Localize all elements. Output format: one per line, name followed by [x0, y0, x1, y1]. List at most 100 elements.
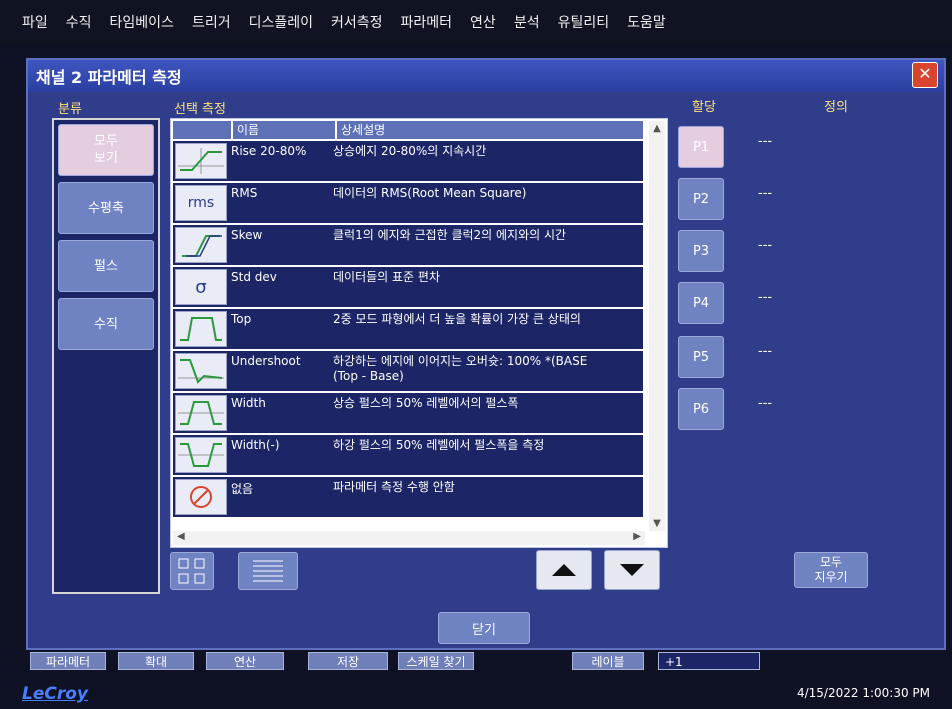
- param-p3-def: ---: [758, 238, 773, 253]
- dialog-titlebar: 채널 2 파라메터 측정 ✕: [28, 60, 944, 92]
- table-row[interactable]: 없음 파라메터 측정 수행 안함: [173, 477, 643, 517]
- tab-save[interactable]: 저장: [308, 652, 388, 670]
- clear-all-button[interactable]: 모두 지우기: [794, 552, 868, 588]
- move-down-button[interactable]: [604, 550, 660, 590]
- grid-view-button[interactable]: [170, 552, 214, 590]
- header-assign: 할당: [692, 100, 716, 115]
- close-button[interactable]: 닫기: [438, 612, 530, 644]
- param-p1-button[interactable]: P1: [678, 126, 724, 168]
- param-p2-def: ---: [758, 186, 773, 201]
- menu-trigger[interactable]: 트리거: [192, 12, 231, 32]
- row-name: Std dev: [231, 270, 277, 284]
- parameter-dialog: 채널 2 파라메터 측정 ✕ 분류 선택 측정 할당 정의 모두 보기 수평축 …: [26, 58, 946, 650]
- table-row[interactable]: rms RMS 데이터의 RMS(Root Mean Square): [173, 183, 643, 223]
- menu-math[interactable]: 연산: [470, 12, 496, 32]
- table-row[interactable]: Rise 20-80% 상승에지 20-80%의 지속시간: [173, 141, 643, 181]
- row-desc: 2중 모드 파형에서 더 높을 확률이 가장 큰 상태의: [333, 312, 581, 326]
- datetime-display: 4/15/2022 1:00:30 PM: [796, 686, 930, 700]
- rise-icon: [175, 143, 227, 179]
- param-p3-button[interactable]: P3: [678, 230, 724, 272]
- menu-help[interactable]: 도움말: [627, 12, 666, 32]
- row-name: Rise 20-80%: [231, 144, 307, 158]
- header-selected: 선택 측정: [174, 102, 226, 117]
- row-desc: 상승 펄스의 50% 레벨에서의 펄스폭: [333, 396, 519, 410]
- menu-measure[interactable]: 파라메터: [401, 12, 453, 32]
- header-category: 분류: [58, 102, 82, 117]
- value-field[interactable]: +1: [658, 652, 760, 670]
- sigma-icon-text: σ: [195, 276, 207, 298]
- lecroy-logo[interactable]: LeCroy: [22, 684, 88, 704]
- table-row[interactable]: Undershoot 하강하는 에지에 이어지는 오버슛: 100% *(BAS…: [173, 351, 643, 391]
- table-row[interactable]: Width 상승 펄스의 50% 레벨에서의 펄스폭: [173, 393, 643, 433]
- tab-math[interactable]: 연산: [206, 652, 284, 670]
- param-p4-def: ---: [758, 290, 773, 305]
- param-p6-button[interactable]: P6: [678, 388, 724, 430]
- row-desc: 파라메터 측정 수행 안함: [333, 480, 455, 494]
- horizontal-scrollbar[interactable]: ◀ ▶: [173, 531, 645, 545]
- param-p5-button[interactable]: P5: [678, 336, 724, 378]
- category-horizontal[interactable]: 수평축: [58, 182, 154, 234]
- width-neg-icon: [175, 437, 227, 473]
- dialog-title: 채널 2 파라메터 측정: [36, 68, 182, 87]
- measurement-list: 이름 상세설명 Rise 20-80% 상승에지 20-80%의 지속시간 rm…: [170, 118, 668, 548]
- menu-display[interactable]: 디스플레이: [249, 12, 313, 32]
- category-vertical[interactable]: 수직: [58, 298, 154, 350]
- param-p1-def: ---: [758, 134, 773, 149]
- menu-file[interactable]: 파일: [22, 12, 48, 32]
- list-view-button[interactable]: [238, 552, 298, 590]
- table-row[interactable]: σ Std dev 데이터들의 표준 편차: [173, 267, 643, 307]
- table-row[interactable]: Skew 클럭1의 에지와 근접한 클럭2의 에지와의 시간: [173, 225, 643, 265]
- param-p4-button[interactable]: P4: [678, 282, 724, 324]
- row-name: Width: [231, 396, 266, 410]
- header-icon-col: [173, 121, 233, 139]
- width-icon: [175, 395, 227, 431]
- category-all[interactable]: 모두 보기: [58, 124, 154, 176]
- header-desc[interactable]: 상세설명: [337, 121, 643, 139]
- menu-utilities[interactable]: 유틸리티: [558, 12, 610, 32]
- none-icon: [175, 479, 227, 515]
- header-definition: 정의: [824, 100, 848, 115]
- param-p2-button[interactable]: P2: [678, 178, 724, 220]
- scroll-left-icon[interactable]: ◀: [177, 531, 185, 542]
- scroll-down-icon[interactable]: ▼: [649, 518, 665, 529]
- list-view-icon: [253, 560, 283, 582]
- row-name: RMS: [231, 186, 258, 200]
- tab-find-scale[interactable]: 스케일 찾기: [398, 652, 474, 670]
- scroll-up-icon[interactable]: ▲: [649, 123, 665, 134]
- category-pulse[interactable]: 펄스: [58, 240, 154, 292]
- param-p5-def: ---: [758, 344, 773, 359]
- row-desc: 데이터들의 표준 편차: [333, 270, 440, 284]
- menu-bar: 파일 수직 타임베이스 트리거 디스플레이 커서측정 파라메터 연산 분석 유틸…: [0, 0, 952, 44]
- row-desc: 상승에지 20-80%의 지속시간: [333, 144, 487, 158]
- tab-zoom[interactable]: 확대: [118, 652, 194, 670]
- rms-icon: rms: [175, 185, 227, 221]
- vertical-scrollbar[interactable]: ▲ ▼: [649, 121, 665, 531]
- menu-timebase[interactable]: 타임베이스: [110, 12, 174, 32]
- move-up-button[interactable]: [536, 550, 592, 590]
- category-panel: 모두 보기 수평축 펄스 수직: [52, 118, 160, 594]
- scroll-right-icon[interactable]: ▶: [633, 531, 641, 542]
- row-name: 없음: [231, 482, 254, 496]
- row-name: Skew: [231, 228, 263, 242]
- row-desc: 하강 펄스의 50% 레벨에서 펄스폭을 측정: [333, 438, 545, 452]
- rms-icon-text: rms: [187, 195, 215, 211]
- tab-label[interactable]: 레이블: [572, 652, 644, 670]
- menu-vertical[interactable]: 수직: [66, 12, 92, 32]
- row-name: Top: [231, 312, 252, 326]
- param-p6-def: ---: [758, 396, 773, 411]
- grid-view-icon: [178, 558, 205, 584]
- menu-analysis[interactable]: 분석: [514, 12, 540, 32]
- sigma-icon: σ: [175, 269, 227, 305]
- row-desc: 클럭1의 에지와 근접한 클럭2의 에지와의 시간: [333, 228, 567, 242]
- row-name: Undershoot: [231, 354, 301, 368]
- close-icon[interactable]: ✕: [912, 62, 938, 88]
- row-desc: 데이터의 RMS(Root Mean Square): [333, 186, 527, 200]
- up-arrow-icon: [552, 564, 576, 576]
- tab-parameter[interactable]: 파라메터: [30, 652, 106, 670]
- table-header: 이름 상세설명: [173, 121, 643, 139]
- header-name[interactable]: 이름: [233, 121, 337, 139]
- top-icon: [175, 311, 227, 347]
- menu-cursors[interactable]: 커서측정: [331, 12, 383, 32]
- table-row[interactable]: Width(-) 하강 펄스의 50% 레벨에서 펄스폭을 측정: [173, 435, 643, 475]
- table-row[interactable]: Top 2중 모드 파형에서 더 높을 확률이 가장 큰 상태의: [173, 309, 643, 349]
